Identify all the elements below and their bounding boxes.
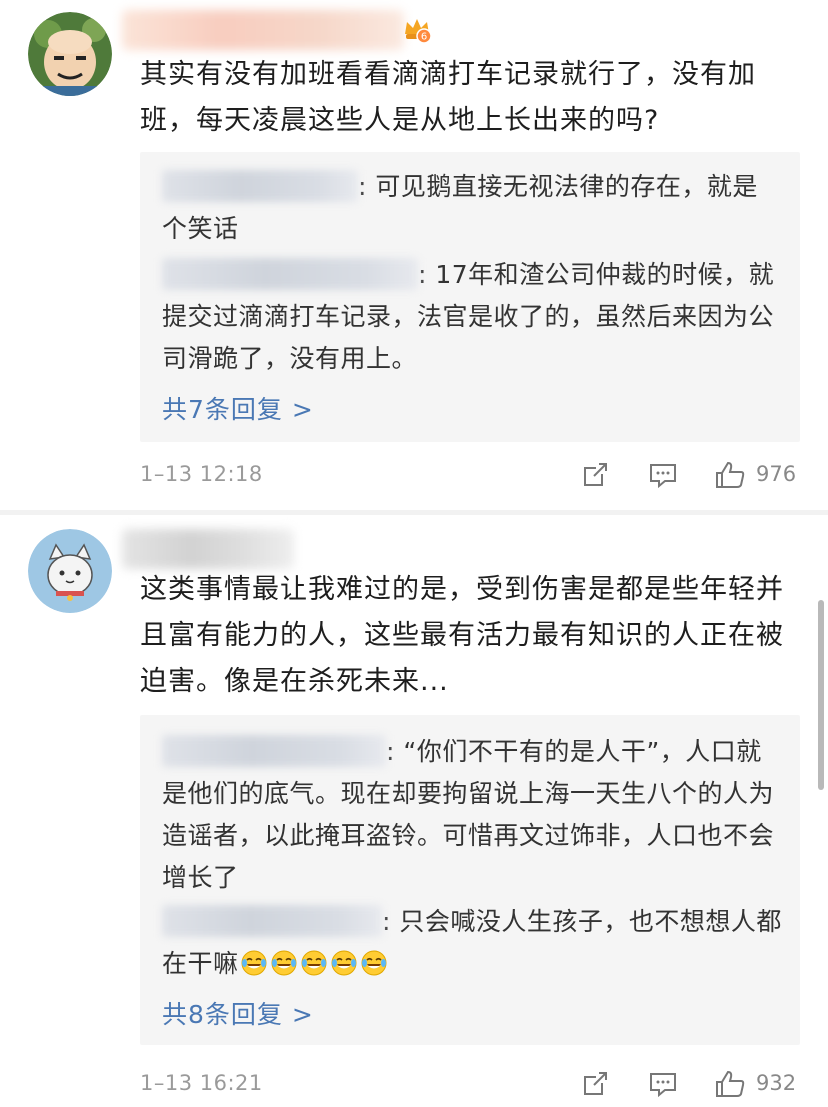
comment-icon[interactable]: [648, 1069, 678, 1099]
comment-icon[interactable]: [648, 460, 678, 490]
laughing-crying-emoji-icon: [361, 950, 387, 976]
reply-username-blurred[interactable]: [162, 905, 382, 937]
reply-box[interactable]: : “你们不干有的是人干”，人口就是他们的底气。现在却要拘留说上海一天生八个的人…: [140, 715, 800, 1045]
comment-text: 这类事情最让我难过的是，受到伤害是都是些年轻并且富有能力的人，这些最有活力最有知…: [140, 574, 784, 697]
username-blurred[interactable]: [122, 529, 294, 569]
reply-username-blurred[interactable]: [162, 258, 418, 290]
reply-item: : “你们不干有的是人干”，人口就是他们的底气。现在却要拘留说上海一天生八个的人…: [162, 731, 782, 899]
reply-item: : 可见鹅直接无视法律的存在，就是个笑话: [162, 166, 782, 250]
comment-time: 1–13 16:21: [140, 1071, 263, 1095]
comment-meta: 1–13 12:18 976: [140, 456, 800, 496]
share-icon[interactable]: [580, 460, 610, 490]
laughing-crying-emoji-icon: [331, 950, 357, 976]
reply-username-blurred[interactable]: [162, 170, 358, 202]
share-icon[interactable]: [580, 1069, 610, 1099]
emoji-row: [239, 949, 389, 978]
cartoon-avatar-icon: [28, 12, 112, 96]
reply-item: : 17年和渣公司仲裁的时候，就提交过滴滴打车记录，法官是收了的，虽然后来因为公…: [162, 254, 782, 380]
reply-box[interactable]: : 可见鹅直接无视法律的存在，就是个笑话 : 17年和渣公司仲裁的时候，就提交过…: [140, 152, 800, 442]
thumbs-up-icon[interactable]: [714, 460, 746, 490]
reply-username-blurred[interactable]: [162, 735, 386, 767]
user-avatar[interactable]: [28, 529, 112, 613]
reply-item: : 只会喊没人生孩子，也不想想人都在干嘛: [162, 901, 782, 985]
more-replies-link[interactable]: 共8条回复 >: [162, 995, 314, 1031]
thumbs-up-icon[interactable]: [714, 1069, 746, 1099]
comment-card: 6 其实有没有加班看看滴滴打车记录就行了，没有加班，每天凌晨这些人是从地上长出来…: [0, 0, 828, 510]
comment-card: 这类事情最让我难过的是，受到伤害是都是些年轻并且富有能力的人，这些最有活力最有知…: [0, 515, 828, 1107]
comment-meta: 1–13 16:21 932: [140, 1065, 800, 1105]
scrollbar[interactable]: [818, 600, 824, 790]
username-blurred[interactable]: [122, 10, 404, 50]
laughing-crying-emoji-icon: [241, 950, 267, 976]
cat-avatar-icon: [28, 529, 112, 613]
laughing-crying-emoji-icon: [271, 950, 297, 976]
vip-crown-icon: 6: [405, 19, 432, 44]
like-count: 976: [756, 462, 797, 486]
laughing-crying-emoji-icon: [301, 950, 327, 976]
comment-time: 1–13 12:18: [140, 462, 263, 486]
like-count: 932: [756, 1071, 797, 1095]
vip-level-text: 6: [421, 32, 427, 43]
user-avatar[interactable]: [28, 12, 112, 96]
comment-text: 其实有没有加班看看滴滴打车记录就行了，没有加班，每天凌晨这些人是从地上长出来的吗…: [140, 59, 756, 136]
more-replies-link[interactable]: 共7条回复 >: [162, 390, 314, 426]
